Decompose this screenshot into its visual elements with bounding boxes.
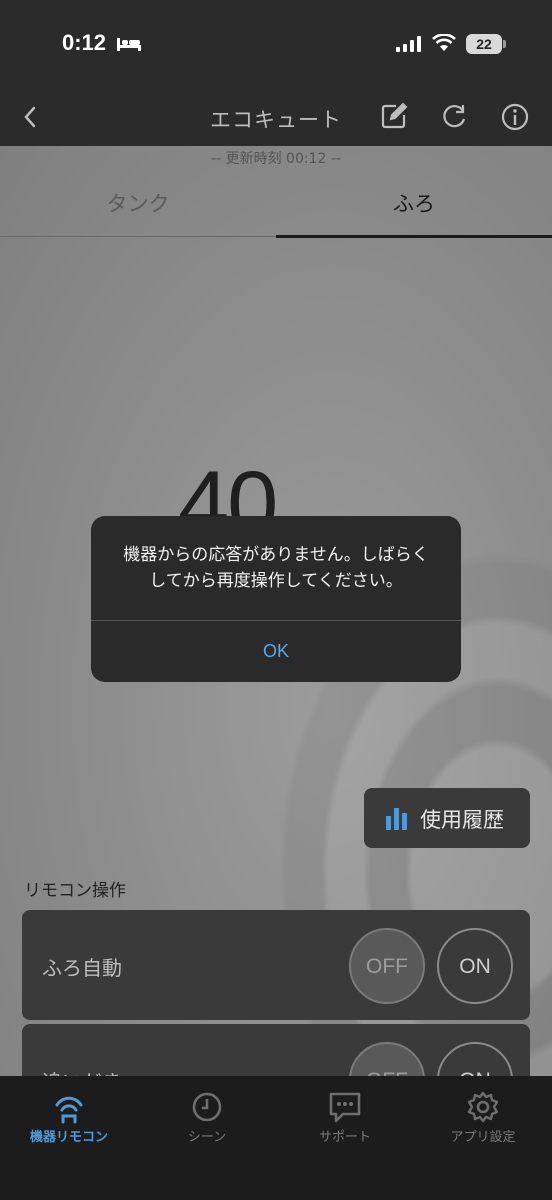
- tab-bar-label: シーン: [187, 1130, 227, 1145]
- tab-bar-item-support[interactable]: サポート: [276, 1076, 414, 1200]
- clock-icon: [192, 1092, 222, 1122]
- gear-icon: [467, 1091, 499, 1123]
- remote-signal-icon: [55, 1096, 83, 1124]
- tab-bar-item-scene[interactable]: シーン: [138, 1076, 276, 1200]
- control-label: ふろ自動: [42, 956, 122, 980]
- status-bar: 0:12 22: [0, 0, 552, 92]
- info-icon[interactable]: [500, 102, 530, 132]
- update-time: -- 更新時刻 00:12 --: [211, 151, 341, 167]
- bottom-tab-bar: 機器リモコン シーン サポート アプリ設定: [0, 1076, 552, 1200]
- tab-bar-label: サポート: [318, 1130, 371, 1145]
- tab-bar-label: 機器リモコン: [29, 1130, 108, 1145]
- battery-indicator: 22: [466, 34, 502, 54]
- tab-bar-item-settings[interactable]: アプリ設定: [414, 1076, 552, 1200]
- tab-bar-label: アプリ設定: [450, 1130, 516, 1145]
- auto-bath-on-button[interactable]: ON: [437, 928, 513, 1004]
- bar-chart-icon: [386, 808, 407, 830]
- usage-history-label: 使用履歴: [420, 808, 504, 832]
- control-card-auto-bath: ふろ自動 OFF ON: [22, 910, 530, 1020]
- auto-bath-off-button[interactable]: OFF: [349, 928, 425, 1004]
- alert-ok-button[interactable]: OK: [91, 621, 461, 682]
- tab-strip: タンク ふろ: [0, 170, 552, 238]
- tab-bar-item-remote[interactable]: 機器リモコン: [0, 1076, 138, 1200]
- status-time: 0:12: [62, 30, 107, 55]
- usage-history-button[interactable]: 使用履歴: [364, 788, 530, 848]
- battery-tip: [503, 40, 506, 48]
- sleep-bed-icon: [117, 38, 141, 51]
- wifi-icon: [432, 34, 456, 51]
- alert-dialog: 機器からの応答がありません。しばらくしてから再度操作してください。 OK: [91, 516, 461, 682]
- cellular-signal-icon: [396, 36, 421, 52]
- chat-icon: [329, 1092, 361, 1123]
- edit-icon[interactable]: [380, 102, 408, 130]
- tab-tank[interactable]: タンク: [0, 188, 276, 218]
- remote-section-title: リモコン操作: [24, 881, 126, 901]
- page-title: エコキュート: [210, 108, 342, 132]
- tab-bath[interactable]: ふろ: [276, 188, 552, 218]
- tab-active-indicator: [276, 235, 552, 238]
- nav-bar: エコキュート: [0, 92, 552, 146]
- refresh-icon[interactable]: [440, 102, 468, 130]
- alert-message: 機器からの応答がありません。しばらくしてから再度操作してください。: [123, 545, 429, 591]
